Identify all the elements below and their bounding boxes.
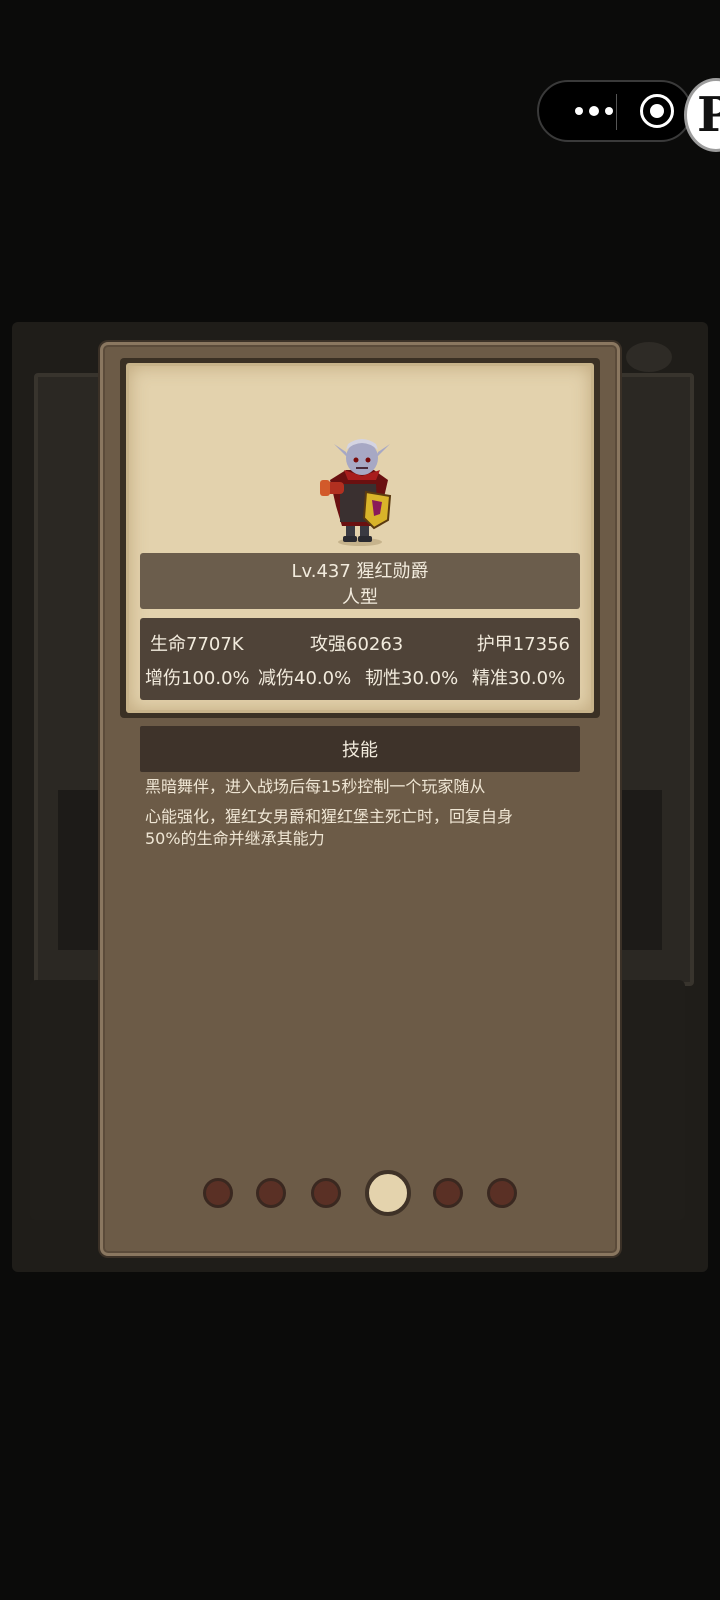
page-dot[interactable] (256, 1178, 286, 1208)
monster-stats-panel: 生命7707K 攻强60263 护甲17356 增伤100.0% 减伤40.0%… (140, 618, 580, 700)
skill-description-line: 50%的生命并继承其能力 (145, 829, 325, 848)
page-dot[interactable] (311, 1178, 341, 1208)
page-indicator (0, 1170, 720, 1218)
monster-name-bar: Lv.437 猩红勋爵 人型 (140, 553, 580, 609)
monster-portrait (320, 439, 392, 546)
page-dot[interactable] (487, 1178, 517, 1208)
stat-toughness: 韧性30.0% (365, 668, 459, 689)
stat-accuracy: 精准30.0% (472, 668, 566, 689)
page-dot[interactable] (433, 1178, 463, 1208)
page-dot[interactable] (203, 1178, 233, 1208)
stat-attack: 攻强60263 (310, 634, 404, 655)
more-dots-icon[interactable] (559, 97, 629, 125)
skill-description-line: 心能强化，猩红女男爵和猩红堡主死亡时，回复自身 (145, 807, 514, 826)
monster-level-name: Lv.437 猩红勋爵 (291, 561, 429, 582)
page-dot-active[interactable] (365, 1170, 411, 1216)
miniprogram-capsule (537, 80, 692, 142)
capsule-divider (616, 94, 617, 130)
close-circle-icon[interactable] (640, 94, 674, 128)
stat-damage-reduce: 减伤40.0% (258, 668, 352, 689)
background-button (626, 342, 672, 372)
skill-description-line: 黑暗舞伴，进入战场后每15秒控制一个玩家随从 (145, 777, 486, 796)
stat-hp: 生命7707K (150, 634, 244, 655)
monster-type: 人型 (342, 587, 378, 608)
skill-header: 技能 (140, 726, 580, 772)
stat-damage-increase: 增伤100.0% (145, 668, 250, 689)
stat-armor: 护甲17356 (476, 634, 570, 655)
